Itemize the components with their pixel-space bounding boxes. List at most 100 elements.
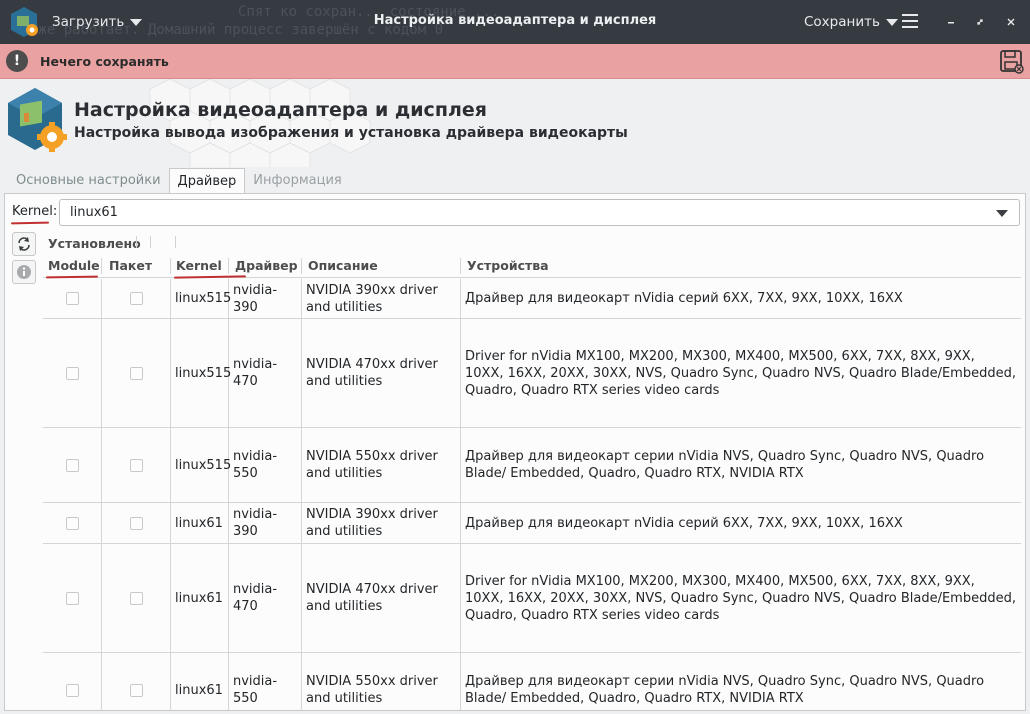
description-cell: NVIDIA 470xx driver and utilities (302, 544, 461, 652)
module-cell (43, 653, 102, 710)
driver-cell: nvidia-550 (229, 653, 302, 710)
table-row[interactable]: linux61 nvidia-390 NVIDIA 390xx driver and… (43, 503, 1021, 544)
tab-main-settings[interactable]: Основные настройки (8, 168, 169, 194)
column-separator (301, 258, 302, 274)
minimize-button[interactable] (943, 14, 959, 30)
kernel-cell: linux515 (171, 319, 231, 427)
background-terminal-text-line-1: Спят ко сохран... состояние ... (238, 4, 500, 20)
package-cell (102, 428, 171, 502)
chevron-down-icon (996, 210, 1008, 217)
module-checkbox[interactable] (65, 458, 79, 472)
module-cell (43, 544, 102, 652)
module-header: Настройка видеоадаптера и дисплея Настро… (0, 79, 1030, 167)
kernel-cell: linux515 (171, 279, 231, 318)
package-cell (102, 319, 171, 427)
load-button-label: Загрузить (52, 14, 125, 30)
table-header: Module Пакет Kernel Драйвер Описание Уст… (43, 254, 1021, 278)
kernel-cell: linux61 (171, 653, 229, 710)
package-checkbox[interactable] (129, 516, 143, 530)
package-checkbox[interactable] (129, 366, 143, 380)
minimize-icon (948, 22, 954, 24)
page-subtitle: Настройка вывода изображения и установка… (74, 125, 628, 141)
module-cell (43, 428, 102, 502)
devices-cell: Драйвер для видеокарт nVidia серий 6XX, … (465, 515, 903, 531)
module-cell (43, 503, 102, 543)
column-header-driver[interactable]: Драйвер (235, 258, 298, 273)
save-menu-button[interactable]: Сохранить (804, 12, 898, 32)
column-separator (460, 258, 461, 274)
tab-bar: Основные настройки Драйвер Информация (8, 168, 350, 194)
chevron-down-icon (130, 18, 143, 26)
banner-text: Нечего сохранять (40, 54, 169, 69)
close-button[interactable] (1003, 14, 1019, 30)
info-icon (17, 265, 31, 279)
chevron-down-icon (885, 18, 898, 26)
package-cell (102, 279, 171, 318)
info-button[interactable] (12, 260, 36, 284)
description-cell: NVIDIA 550xx driver and utilities (302, 428, 461, 502)
module-cell (43, 319, 102, 427)
module-checkbox[interactable] (65, 292, 79, 305)
tab-information[interactable]: Информация (245, 168, 349, 194)
installed-filter-label[interactable]: Установлено (48, 236, 141, 251)
column-separator (228, 258, 229, 274)
title-bar: Спят ко сохран... состояние ... Уже рабо… (0, 0, 1030, 44)
column-header-module[interactable]: Module (48, 258, 100, 273)
driver-cell: nvidia-390 (229, 503, 302, 543)
kernel-cell: linux61 (171, 544, 229, 652)
refresh-button[interactable] (12, 232, 36, 256)
table-row[interactable]: linux515 nvidia-550 NVIDIA 550xx driver an… (43, 428, 1021, 503)
column-header-description[interactable]: Описание (308, 258, 378, 273)
kernel-cell: linux61 (171, 503, 229, 543)
app-icon (11, 7, 38, 37)
separator (150, 236, 151, 248)
package-checkbox[interactable] (129, 591, 143, 605)
module-checkbox[interactable] (65, 591, 79, 605)
hexagon-background-decoration (149, 79, 371, 167)
package-checkbox[interactable] (129, 683, 143, 697)
driver-cell: nvidia-470 (229, 544, 302, 652)
driver-panel: Kernel: linux61 Установлено Module Пакет… (4, 193, 1026, 711)
description-cell: NVIDIA 390xx driver and utilities (302, 503, 461, 543)
exclamation-icon: ! (6, 50, 28, 72)
package-checkbox[interactable] (129, 458, 143, 472)
annotation-underline (10, 221, 50, 225)
table-row[interactable]: linux515 nvidia-390 NVIDIA 390xx driver an… (43, 279, 1021, 319)
module-checkbox[interactable] (65, 366, 79, 380)
load-button[interactable]: Загрузить (52, 12, 143, 32)
devices-cell: Драйвер для видеокарт серии nVidia NVS, … (465, 674, 985, 706)
kernel-select[interactable]: linux61 (59, 199, 1020, 226)
tab-driver[interactable]: Драйвер (168, 168, 246, 194)
module-checkbox[interactable] (65, 683, 79, 697)
column-header-kernel[interactable]: Kernel (176, 258, 222, 273)
column-header-package[interactable]: Пакет (109, 258, 152, 273)
close-icon (1007, 18, 1015, 26)
maximize-button[interactable] (972, 14, 988, 30)
refresh-icon (18, 237, 30, 251)
column-separator (170, 258, 171, 274)
devices-cell: Драйвер для видеокарт nVidia серий 6XX, … (465, 291, 903, 306)
save-button-label: Сохранить (804, 14, 880, 30)
kernel-cell: linux515 (171, 428, 231, 502)
column-header-devices[interactable]: Устройства (467, 258, 549, 273)
kernel-select-value: linux61 (70, 205, 118, 220)
table-row[interactable]: linux61 nvidia-550 NVIDIA 550xx driver and… (43, 653, 1021, 710)
driver-cell: nvidia-470 (229, 319, 302, 427)
package-cell (102, 653, 171, 710)
driver-cell: nvidia-390 (229, 279, 302, 318)
driver-cell: nvidia-550 (229, 428, 302, 502)
video-adapter-icon (8, 88, 67, 152)
hamburger-menu-icon[interactable] (902, 14, 918, 28)
page-title: Настройка видеоадаптера и дисплея (74, 99, 487, 121)
package-checkbox[interactable] (129, 292, 143, 305)
save-disk-icon[interactable] (999, 49, 1024, 74)
table-row[interactable]: linux61 nvidia-470 NVIDIA 470xx driver and… (43, 544, 1021, 653)
module-checkbox[interactable] (65, 516, 79, 530)
status-banner: ! Нечего сохранять (0, 44, 1030, 79)
module-cell (43, 279, 102, 318)
column-separator (101, 258, 102, 274)
description-cell: NVIDIA 470xx driver and utilities (302, 319, 461, 427)
table-row[interactable]: linux515 nvidia-470 NVIDIA 470xx driver an… (43, 319, 1021, 428)
driver-table: Module Пакет Kernel Драйвер Описание Уст… (43, 254, 1021, 710)
separator (136, 236, 137, 248)
